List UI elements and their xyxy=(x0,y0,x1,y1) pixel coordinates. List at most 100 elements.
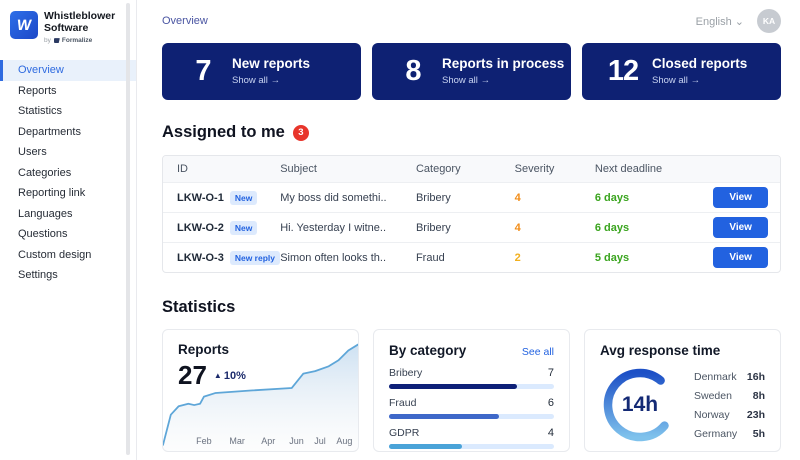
see-all-link[interactable]: See all xyxy=(522,346,554,358)
sidebar-item-categories[interactable]: Categories xyxy=(0,163,136,184)
language-dropdown[interactable]: English ⌄ xyxy=(696,15,744,28)
byline-by: by xyxy=(44,37,51,44)
reports-chart-card: Reports 27 ▲10% Feb Mar Apr Jun Jul xyxy=(162,329,359,452)
status-badge: New xyxy=(230,191,257,205)
sidebar-nav: Overview Reports Statistics Departments … xyxy=(0,60,136,286)
report-severity: 4 xyxy=(515,192,595,204)
response-time-donut: 14h xyxy=(600,365,680,445)
formalize-logo-icon xyxy=(54,38,60,43)
sidebar-item-reports[interactable]: Reports xyxy=(0,81,136,102)
stat-value: 8 xyxy=(394,55,432,88)
col-header-next-deadline: Next deadline xyxy=(595,163,706,175)
legend-row: Sweden 8h xyxy=(694,386,765,405)
report-severity: 4 xyxy=(515,222,595,234)
report-subject: Hi. Yesterday I witne.. xyxy=(280,222,416,234)
report-deadline: 5 days xyxy=(595,252,706,264)
sidebar-item-settings[interactable]: Settings xyxy=(0,265,136,286)
avg-response-card: Avg response time 14h xyxy=(584,329,781,452)
col-header-severity: Severity xyxy=(515,163,595,175)
legend-value: 23h xyxy=(747,409,765,421)
legend-value: 5h xyxy=(753,428,765,440)
view-button[interactable]: View xyxy=(713,217,768,238)
donut-center-value: 14h xyxy=(600,365,680,445)
bar-value-gdpr: 4 xyxy=(548,427,554,439)
table-row[interactable]: LKW-O-2 New Hi. Yesterday I witne.. Brib… xyxy=(163,212,780,242)
stat-card-new-reports[interactable]: 7 New reports Show all → xyxy=(162,43,361,100)
x-tick-aug: Aug xyxy=(336,436,352,446)
breadcrumb[interactable]: Overview xyxy=(162,15,208,27)
report-category: Bribery xyxy=(416,192,515,204)
avg-response-title: Avg response time xyxy=(600,343,765,358)
report-deadline: 6 days xyxy=(595,192,706,204)
bar-label-bribery: Bribery xyxy=(389,367,422,379)
logo-letter: W xyxy=(16,17,33,34)
legend-label: Norway xyxy=(694,409,730,421)
assigned-to-me-title: Assigned to me xyxy=(162,123,285,142)
by-category-title: By category xyxy=(389,343,466,358)
bar-fill-gdpr xyxy=(389,444,462,449)
show-all-link[interactable]: Show all → xyxy=(232,75,310,86)
sidebar-item-custom-design[interactable]: Custom design xyxy=(0,245,136,266)
bar-label-gdpr: GDPR xyxy=(389,427,419,439)
report-severity: 2 xyxy=(515,252,595,264)
view-button[interactable]: View xyxy=(713,187,768,208)
report-category: Fraud xyxy=(416,252,515,264)
sidebar-scrollbar[interactable] xyxy=(126,3,130,455)
x-tick-jul: Jul xyxy=(314,436,326,446)
x-tick-jun: Jun xyxy=(289,436,304,446)
col-header-subject: Subject xyxy=(280,163,416,175)
table-row[interactable]: LKW-O-1 New My boss did somethi.. Briber… xyxy=(163,182,780,212)
bar-value-fraud: 6 xyxy=(548,397,554,409)
stat-title: Closed reports xyxy=(652,57,747,71)
report-id: LKW-O-2 xyxy=(177,222,224,234)
assigned-table: ID Subject Category Severity Next deadli… xyxy=(162,155,781,273)
sidebar-item-reporting-link[interactable]: Reporting link xyxy=(0,183,136,204)
report-id: LKW-O-3 xyxy=(177,252,224,264)
x-tick-mar: Mar xyxy=(229,436,245,446)
report-subject: My boss did somethi.. xyxy=(280,192,416,204)
bar-fill-bribery xyxy=(389,384,517,389)
report-subject: Simon often looks th.. xyxy=(280,252,416,264)
bar-track xyxy=(389,414,554,419)
sidebar-item-questions[interactable]: Questions xyxy=(0,224,136,245)
reports-chart-title: Reports xyxy=(178,342,229,357)
chevron-down-icon: ⌄ xyxy=(735,16,744,28)
legend-label: Germany xyxy=(694,428,737,440)
topbar: Overview English ⌄ KA xyxy=(162,0,781,42)
report-id: LKW-O-1 xyxy=(177,192,224,204)
sidebar-item-departments[interactable]: Departments xyxy=(0,122,136,143)
sidebar-item-users[interactable]: Users xyxy=(0,142,136,163)
legend-value: 16h xyxy=(747,371,765,383)
col-header-id: ID xyxy=(163,163,280,175)
assigned-count-badge: 3 xyxy=(293,125,309,141)
col-header-category: Category xyxy=(416,163,515,175)
brand-logo: W Whistleblower Software by Formalize xyxy=(0,0,136,54)
whistleblower-logo-icon: W xyxy=(10,11,38,39)
sidebar-item-overview[interactable]: Overview xyxy=(0,60,136,81)
legend-label: Denmark xyxy=(694,371,737,383)
brand-name-line1: Whistleblower xyxy=(44,11,115,23)
sidebar-item-languages[interactable]: Languages xyxy=(0,204,136,225)
sidebar: W Whistleblower Software by Formalize Ov… xyxy=(0,0,137,460)
avatar[interactable]: KA xyxy=(757,9,781,33)
table-row[interactable]: LKW-O-3 New reply Simon often looks th..… xyxy=(163,242,780,272)
legend-label: Sweden xyxy=(694,390,732,402)
sidebar-item-statistics[interactable]: Statistics xyxy=(0,101,136,122)
show-all-link[interactable]: Show all → xyxy=(652,75,747,86)
legend-row: Denmark 16h xyxy=(694,367,765,386)
bar-value-bribery: 7 xyxy=(548,367,554,379)
legend-value: 8h xyxy=(753,390,765,402)
show-all-link[interactable]: Show all → xyxy=(442,75,564,86)
stat-value: 12 xyxy=(604,55,642,88)
stat-card-closed-reports[interactable]: 12 Closed reports Show all → xyxy=(582,43,781,100)
statistics-title: Statistics xyxy=(162,298,235,317)
arrow-right-icon: → xyxy=(271,75,281,86)
stat-value: 7 xyxy=(184,55,222,88)
legend-row: Norway 23h xyxy=(694,405,765,424)
byline-brand: Formalize xyxy=(62,37,92,44)
x-tick-apr: Apr xyxy=(261,436,275,446)
stat-card-reports-in-process[interactable]: 8 Reports in process Show all → xyxy=(372,43,571,100)
brand-name-line2: Software xyxy=(44,23,115,35)
view-button[interactable]: View xyxy=(713,247,768,268)
arrow-right-icon: → xyxy=(481,75,491,86)
